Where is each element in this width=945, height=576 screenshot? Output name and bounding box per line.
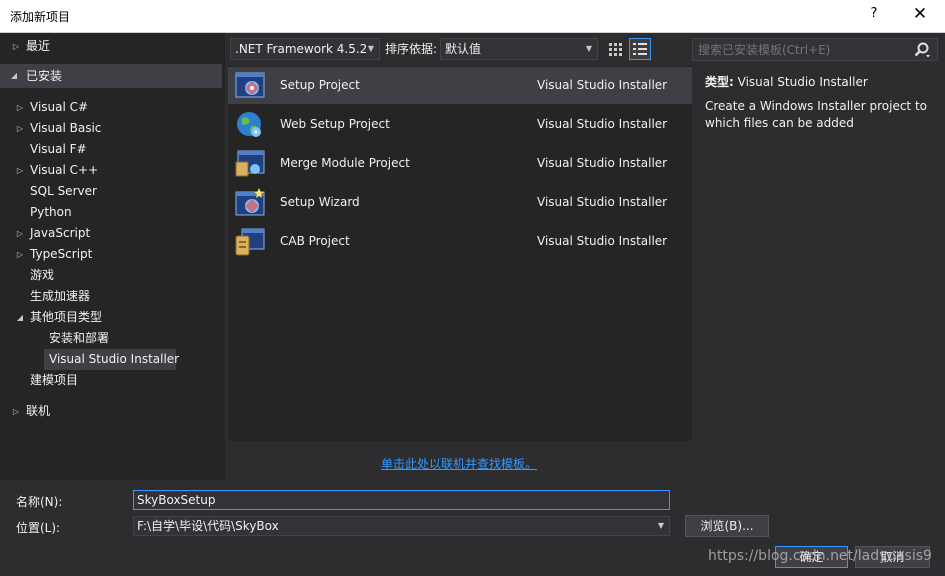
tree-item-build-accelerator[interactable]: 生成加速器 bbox=[0, 286, 225, 307]
cab-project-icon bbox=[235, 228, 265, 256]
tree-item-other-project-types[interactable]: ◢ 其他项目类型 bbox=[0, 307, 225, 328]
tree-item-python[interactable]: Python bbox=[0, 202, 225, 223]
search-icon[interactable] bbox=[913, 41, 931, 59]
tree-item-label: 最近 bbox=[26, 39, 51, 53]
tree-item-setup-and-deployment[interactable]: 安装和部署 bbox=[0, 328, 225, 349]
web-setup-project-icon bbox=[237, 112, 261, 137]
template-search bbox=[692, 38, 938, 61]
tree-item-label: Visual C++ bbox=[30, 163, 99, 177]
browse-button[interactable]: 浏览(B)... bbox=[685, 515, 769, 537]
tree-item-label: 建模项目 bbox=[30, 373, 79, 387]
template-name: Setup Wizard bbox=[280, 195, 360, 209]
grid-icon bbox=[609, 43, 622, 56]
template-name: Setup Project bbox=[280, 78, 360, 92]
detail-type-line: 类型: Visual Studio Installer bbox=[705, 73, 868, 90]
tree-item-visual-csharp[interactable]: ▷ Visual C# bbox=[0, 97, 225, 118]
template-type: Visual Studio Installer bbox=[537, 234, 668, 248]
template-type: Visual Studio Installer bbox=[537, 195, 668, 209]
project-name-input[interactable] bbox=[133, 490, 670, 510]
expand-arrow-icon[interactable]: ▷ bbox=[14, 97, 26, 118]
tree-item-label: 已安装 bbox=[26, 69, 63, 83]
detail-type-label: 类型: bbox=[705, 75, 734, 89]
chevron-down-icon: ▼ bbox=[585, 44, 592, 53]
sort-dropdown[interactable]: 默认值 ▼ bbox=[440, 38, 598, 60]
tree-item-label: Visual C# bbox=[30, 100, 89, 114]
location-label: 位置(L): bbox=[16, 521, 61, 535]
template-row-setup-wizard[interactable]: Setup Wizard Visual Studio Installer bbox=[228, 184, 692, 221]
chevron-down-icon: ▼ bbox=[657, 521, 664, 530]
template-row-setup-project[interactable]: Setup Project Visual Studio Installer bbox=[228, 67, 692, 104]
template-type: Visual Studio Installer bbox=[537, 78, 668, 92]
tree-item-online[interactable]: ▷ 联机 bbox=[0, 401, 225, 422]
tree-item-label: SQL Server bbox=[30, 184, 97, 198]
tree-item-javascript[interactable]: ▷ JavaScript bbox=[0, 223, 225, 244]
expand-arrow-icon[interactable]: ▷ bbox=[10, 36, 22, 57]
tree-item-visual-studio-installer[interactable]: Visual Studio Installer bbox=[44, 349, 180, 370]
close-button[interactable]: ✕ bbox=[906, 4, 934, 28]
tree-item-label: 生成加速器 bbox=[30, 289, 91, 303]
template-name: Web Setup Project bbox=[280, 117, 390, 131]
template-row-web-setup-project[interactable]: Web Setup Project Visual Studio Installe… bbox=[228, 106, 692, 143]
tree-item-label: 其他项目类型 bbox=[30, 310, 103, 324]
tree-item-games[interactable]: 游戏 bbox=[0, 265, 225, 286]
cancel-button[interactable]: 取消 bbox=[855, 546, 930, 568]
tree-item-visual-basic[interactable]: ▷ Visual Basic bbox=[0, 118, 225, 139]
ok-button[interactable]: 确定 bbox=[775, 546, 848, 568]
tree-item-label: TypeScript bbox=[30, 247, 93, 261]
title-bar: 添加新项目 ? ✕ bbox=[0, 0, 945, 33]
detail-type-value: Visual Studio Installer bbox=[737, 75, 868, 89]
template-name: CAB Project bbox=[280, 234, 350, 248]
framework-value: .NET Framework 4.5.2 bbox=[235, 42, 368, 56]
collapse-arrow-icon[interactable]: ◢ bbox=[14, 307, 26, 328]
detail-description: Create a Windows Installer project to wh… bbox=[705, 99, 927, 130]
tree-item-visual-fsharp[interactable]: Visual F# bbox=[0, 139, 225, 160]
expand-arrow-icon[interactable]: ▷ bbox=[14, 118, 26, 139]
sort-label: 排序依据: bbox=[385, 42, 438, 56]
template-type: Visual Studio Installer bbox=[537, 156, 668, 170]
expand-arrow-icon[interactable]: ▷ bbox=[14, 244, 26, 265]
tree-item-label: JavaScript bbox=[30, 226, 91, 240]
help-button[interactable]: ? bbox=[866, 6, 882, 26]
template-row-merge-module-project[interactable]: Merge Module Project Visual Studio Insta… bbox=[228, 145, 692, 182]
location-dropdown[interactable]: F:\自学\毕设\代码\SkyBox ▼ bbox=[133, 516, 670, 536]
template-name: Merge Module Project bbox=[280, 156, 410, 170]
tree-item-visual-cpp[interactable]: ▷ Visual C++ bbox=[0, 160, 225, 181]
collapse-arrow-icon[interactable]: ◢ bbox=[8, 64, 20, 88]
template-type: Visual Studio Installer bbox=[537, 117, 668, 131]
tree-item-label: Visual Basic bbox=[30, 121, 102, 135]
category-tree: ▷ 最近 ◢ 已安装 ▷ Visual C# ▷ Visual Basic Vi… bbox=[0, 33, 225, 480]
setup-project-icon bbox=[235, 72, 265, 98]
tree-item-typescript[interactable]: ▷ TypeScript bbox=[0, 244, 225, 265]
tree-item-label: Visual F# bbox=[30, 142, 87, 156]
framework-dropdown[interactable]: .NET Framework 4.5.2 ▼ bbox=[230, 38, 380, 60]
location-value: F:\自学\毕设\代码\SkyBox bbox=[137, 519, 279, 533]
list-view-button[interactable] bbox=[629, 38, 651, 60]
template-list: Setup Project Visual Studio Installer We… bbox=[228, 66, 692, 441]
chevron-down-icon: ▼ bbox=[367, 44, 374, 53]
tree-item-modeling-projects[interactable]: 建模项目 bbox=[0, 370, 225, 391]
expand-arrow-icon[interactable]: ▷ bbox=[14, 223, 26, 244]
tree-item-label: 联机 bbox=[26, 404, 51, 418]
tree-item-label: 安装和部署 bbox=[49, 331, 110, 345]
tree-item-label: Visual Studio Installer bbox=[49, 352, 180, 366]
tree-item-label: Python bbox=[30, 205, 72, 219]
tree-item-installed[interactable]: ◢ 已安装 bbox=[0, 64, 222, 88]
name-label: 名称(N): bbox=[16, 495, 63, 509]
tree-item-sql-server[interactable]: SQL Server bbox=[0, 181, 225, 202]
expand-arrow-icon[interactable]: ▷ bbox=[10, 401, 22, 422]
small-icons-view-button[interactable] bbox=[604, 38, 626, 60]
search-input[interactable] bbox=[693, 39, 903, 60]
setup-wizard-icon bbox=[235, 188, 265, 216]
sort-value: 默认值 bbox=[445, 42, 482, 56]
template-row-cab-project[interactable]: CAB Project Visual Studio Installer bbox=[228, 223, 692, 260]
window-title: 添加新项目 bbox=[10, 10, 71, 24]
tree-item-label: 游戏 bbox=[30, 268, 55, 282]
list-icon bbox=[633, 43, 647, 55]
find-templates-online-link[interactable]: 单击此处以联机并查找模板。 bbox=[381, 455, 537, 472]
expand-arrow-icon[interactable]: ▷ bbox=[14, 160, 26, 181]
merge-module-project-icon bbox=[235, 150, 265, 177]
tree-item-recent[interactable]: ▷ 最近 bbox=[0, 36, 225, 57]
